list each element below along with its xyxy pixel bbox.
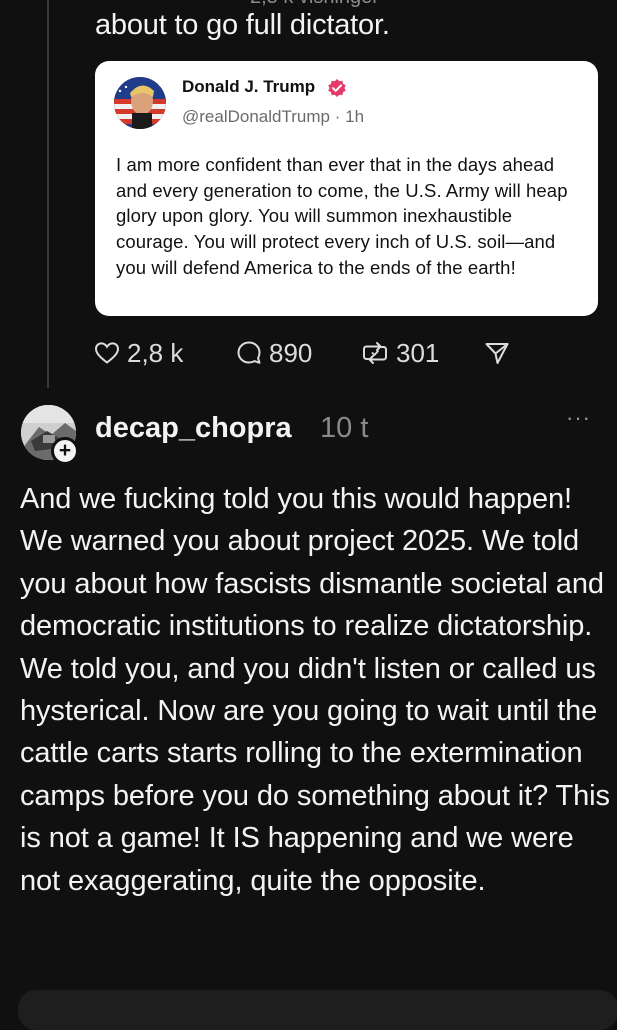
more-options-icon[interactable]: ···: [566, 405, 591, 431]
next-item-preview: [18, 990, 617, 1030]
separator-dot: ·: [334, 107, 341, 126]
views-count-cutoff: 2,3 k visninger: [250, 0, 379, 9]
post-username[interactable]: decap_chopra: [95, 412, 292, 445]
quoted-post-card[interactable]: Donald J. Trump @realDonaldTrump · 1h I …: [95, 61, 598, 316]
reply-button[interactable]: 890: [235, 333, 312, 373]
quoted-author-handle: @realDonaldTrump · 1h: [182, 107, 364, 127]
quoted-post-text: I am more confident than ever that in th…: [116, 154, 568, 278]
quoted-post-time: 1h: [345, 107, 365, 126]
quoted-author-name: Donald J. Trump: [182, 77, 316, 96]
thread-connector-line: [47, 0, 49, 388]
reply-count: 890: [269, 337, 313, 368]
post-body-text: And we fucking told you this would happe…: [20, 483, 610, 897]
post-actions-bar: 2,8 k 890 301: [93, 333, 533, 373]
share-icon: [485, 343, 509, 364]
like-button[interactable]: 2,8 k: [93, 333, 183, 373]
follow-plus-button[interactable]: +: [51, 437, 79, 465]
handle-text: @realDonaldTrump: [182, 107, 330, 126]
heart-icon: [94, 342, 120, 364]
comment-icon: [237, 341, 261, 364]
quoted-author-avatar: [114, 77, 166, 129]
repost-icon: [363, 342, 387, 364]
share-button[interactable]: [483, 333, 511, 373]
verified-badge-icon: [328, 79, 346, 97]
repost-button[interactable]: 301: [360, 333, 439, 373]
previous-post-text: about to go full dictator.: [95, 9, 390, 41]
post-timestamp: 10 t: [320, 412, 369, 444]
like-count: 2,8 k: [127, 337, 184, 368]
repost-count: 301: [396, 337, 440, 368]
